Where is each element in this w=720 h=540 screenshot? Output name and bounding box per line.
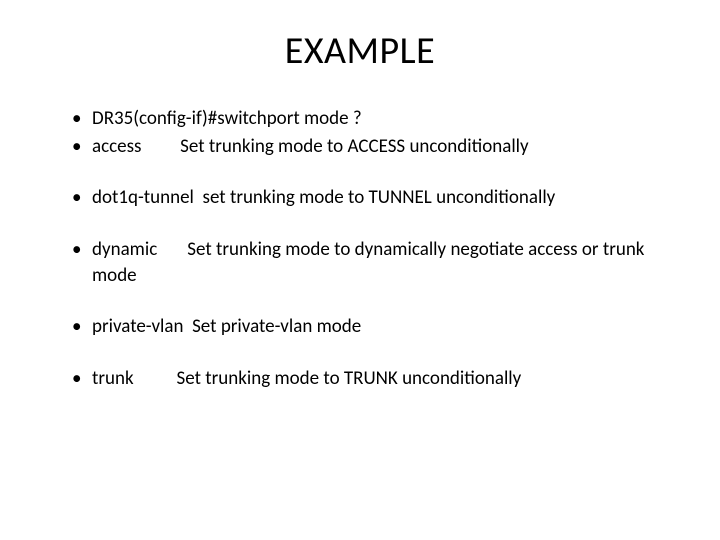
- bullet-list: DR35(config-if)#switchport mode ? access…: [72, 106, 672, 159]
- list-item: private-vlan Set private-vlan mode: [72, 314, 672, 340]
- bullet-list: trunk Set trunking mode to TRUNK uncondi…: [72, 366, 672, 392]
- bullet-list: private-vlan Set private-vlan mode: [72, 314, 672, 340]
- slide-title: EXAMPLE: [48, 28, 672, 74]
- list-item: trunk Set trunking mode to TRUNK uncondi…: [72, 366, 672, 392]
- list-item: dot1q-tunnel set trunking mode to TUNNEL…: [72, 185, 672, 211]
- list-item: access Set trunking mode to ACCESS uncon…: [72, 134, 672, 160]
- bullet-list: dot1q-tunnel set trunking mode to TUNNEL…: [72, 185, 672, 211]
- slide-content: DR35(config-if)#switchport mode ? access…: [48, 106, 672, 391]
- bullet-list: dynamic Set trunking mode to dynamically…: [72, 237, 672, 288]
- list-item: dynamic Set trunking mode to dynamically…: [72, 237, 672, 288]
- list-item: DR35(config-if)#switchport mode ?: [72, 106, 672, 132]
